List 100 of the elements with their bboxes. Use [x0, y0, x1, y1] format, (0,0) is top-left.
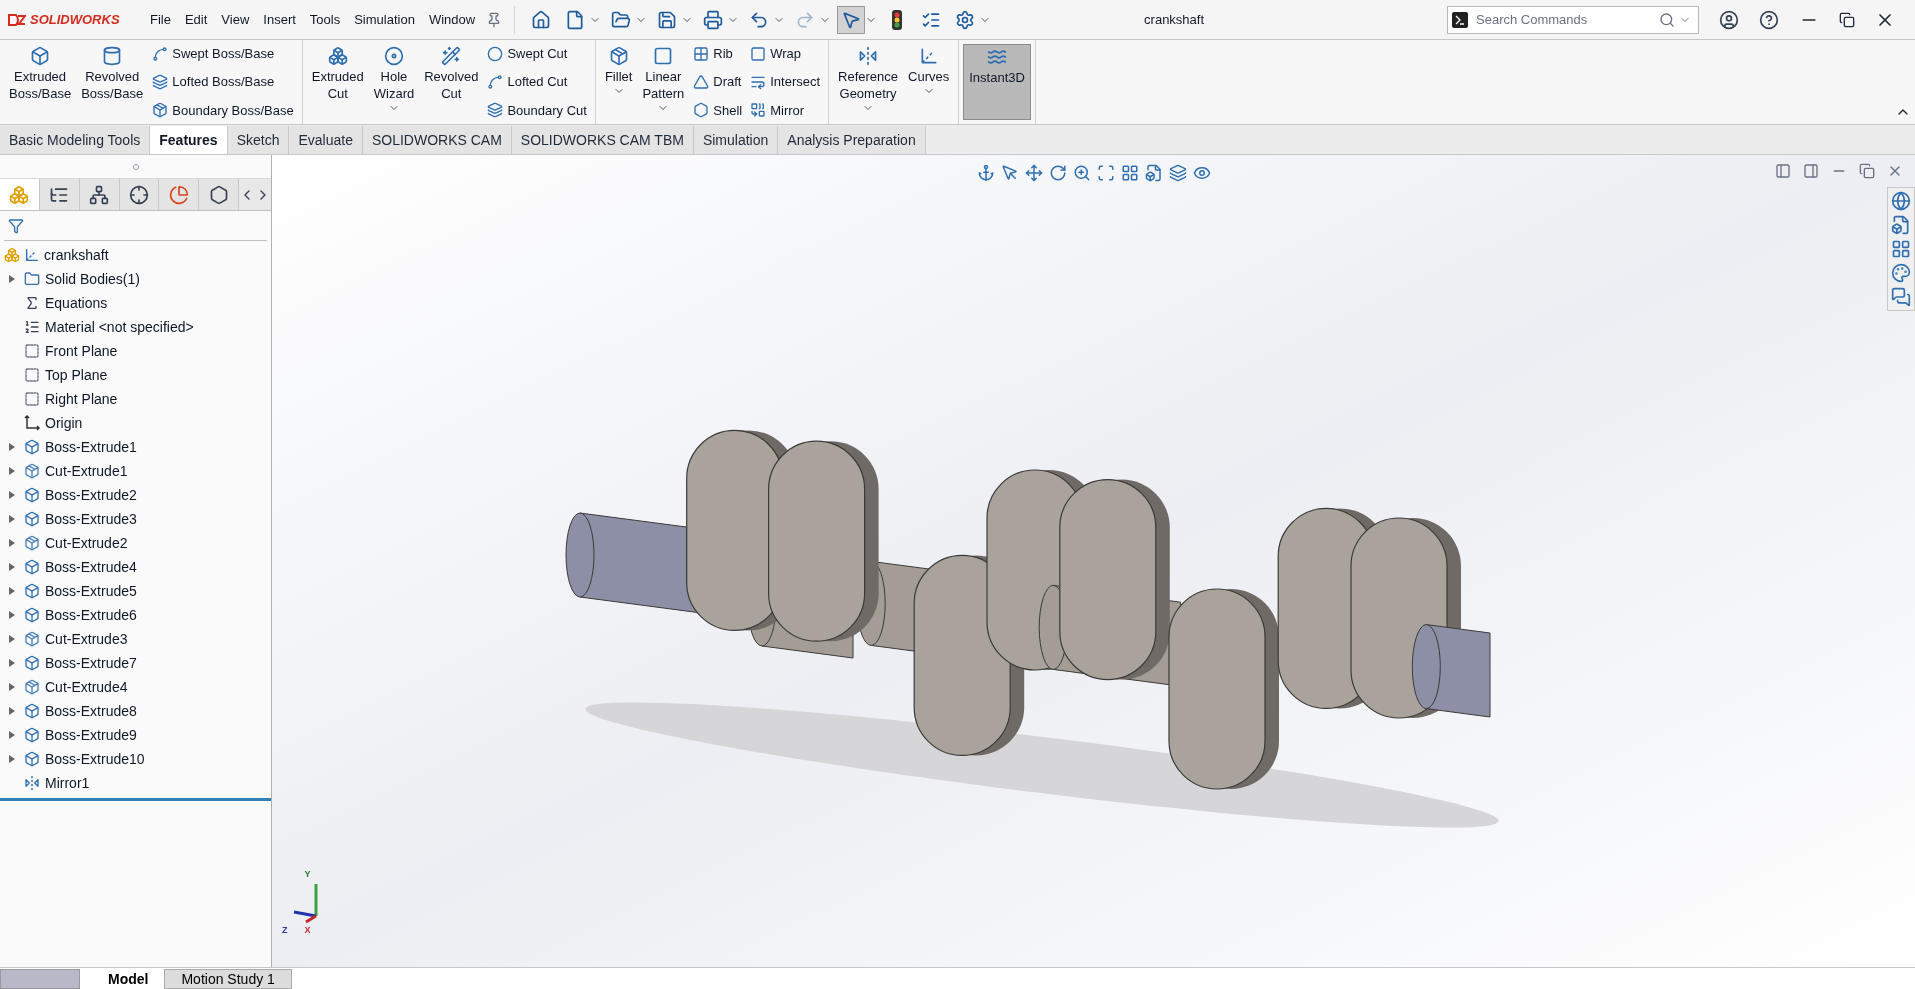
ribbon-button[interactable]: Hole Wizard — [368, 44, 420, 120]
ribbon-button[interactable]: Extruded Cut — [306, 44, 369, 120]
expand-arrow-icon[interactable] — [9, 731, 15, 739]
ribbon-button[interactable]: Boundary Cut — [487, 100, 587, 120]
expand-arrow-icon[interactable] — [9, 755, 15, 763]
tree-item[interactable]: Cut-Extrude2 — [45, 532, 128, 554]
menu-item[interactable]: Edit — [177, 9, 215, 30]
pie-chart-icon[interactable] — [159, 179, 200, 210]
ribbon-button[interactable]: Shell — [693, 100, 743, 120]
ribbon-button[interactable]: Intersect — [750, 72, 821, 92]
tree-item[interactable]: Right Plane — [45, 388, 118, 410]
crosshair-icon[interactable] — [119, 179, 160, 210]
expand-arrow-icon[interactable] — [9, 563, 15, 571]
help-icon[interactable] — [1759, 9, 1779, 30]
expand-arrow-icon[interactable] — [9, 491, 15, 499]
panel-left-icon[interactable] — [1775, 163, 1791, 179]
tree-item[interactable]: Cut-Extrude3 — [45, 628, 128, 650]
filter-icon[interactable] — [8, 217, 24, 234]
tree-item[interactable]: Equations — [45, 292, 108, 314]
ribbon-button[interactable]: Wrap — [750, 44, 821, 64]
ribbon-button[interactable]: Reference Geometry — [833, 44, 904, 120]
tree-item[interactable]: Boss-Extrude9 — [45, 724, 137, 746]
expand-arrow-icon[interactable] — [9, 587, 15, 595]
ribbon-button[interactable]: Draft — [693, 72, 743, 92]
palette-icon[interactable] — [1891, 263, 1911, 283]
tree-item[interactable]: Boss-Extrude7 — [45, 652, 137, 674]
tree-item[interactable]: Boss-Extrude10 — [45, 748, 145, 770]
ribbon-button[interactable]: Instant3D — [963, 44, 1031, 120]
eye-icon[interactable] — [1192, 164, 1211, 182]
tree-item[interactable]: Mirror1 — [45, 772, 90, 794]
ribbon-button[interactable]: Swept Boss/Base — [152, 44, 294, 64]
section-view-icon[interactable] — [1120, 164, 1139, 182]
cube-icon[interactable] — [1144, 164, 1163, 182]
menu-item[interactable]: Tools — [302, 9, 348, 30]
search-icon[interactable] — [1659, 11, 1675, 28]
menu-item[interactable]: File — [143, 9, 178, 30]
tree-item[interactable]: Boss-Extrude1 — [45, 436, 137, 458]
expand-arrow-icon[interactable] — [9, 707, 15, 715]
ribbon-button[interactable]: Lofted Boss/Base — [152, 72, 294, 92]
tree-item[interactable]: Boss-Extrude5 — [45, 580, 137, 602]
tree-item[interactable]: Solid Bodies(1) — [45, 268, 140, 290]
menu-item[interactable]: Window — [421, 9, 483, 30]
tree-item[interactable]: Boss-Extrude3 — [45, 508, 137, 530]
tree-item[interactable]: Boss-Extrude8 — [45, 700, 137, 722]
tree-item[interactable]: Top Plane — [45, 364, 108, 386]
command-tab[interactable]: Evaluate — [289, 126, 363, 154]
menu-item[interactable]: View — [214, 9, 257, 30]
ribbon-button[interactable]: Revolved Boss/Base — [76, 44, 149, 120]
command-tab[interactable]: Sketch — [227, 126, 290, 154]
ribbon-button[interactable]: Rib — [693, 44, 743, 64]
pointer-icon[interactable] — [1000, 164, 1019, 182]
display-icon[interactable] — [199, 179, 240, 210]
zoom-icon[interactable] — [1072, 164, 1091, 182]
tree-root[interactable]: crankshaft — [0, 243, 271, 267]
chat-icon[interactable] — [1891, 287, 1911, 307]
tree-item[interactable]: Material <not specified> — [45, 316, 194, 338]
tree-item[interactable]: Origin — [45, 412, 83, 434]
hierarchy-icon[interactable] — [79, 179, 120, 210]
expand-arrow-icon[interactable] — [9, 635, 15, 643]
expand-arrow-icon[interactable] — [9, 467, 15, 475]
ribbon-button[interactable]: Revolved Cut — [419, 44, 484, 120]
tree-item[interactable]: Boss-Extrude4 — [45, 556, 137, 578]
account-icon[interactable] — [1719, 9, 1739, 30]
tree-item[interactable]: Cut-Extrude1 — [45, 460, 128, 482]
expand-arrow-icon[interactable] — [9, 539, 15, 547]
traffic-light-icon[interactable] — [892, 9, 903, 30]
expand-arrow-icon[interactable] — [9, 515, 15, 523]
tree-item[interactable]: Boss-Extrude6 — [45, 604, 137, 626]
property-list-icon[interactable] — [39, 179, 80, 210]
model-tab[interactable]: Motion Study 1 — [164, 969, 292, 989]
pointer-icon[interactable] — [837, 5, 866, 34]
expand-arrow-icon[interactable] — [9, 683, 15, 691]
tree-item[interactable]: Boss-Extrude2 — [45, 484, 137, 506]
tree-item[interactable]: Cut-Extrude4 — [45, 676, 128, 698]
expand-arrow-icon[interactable] — [9, 611, 15, 619]
rotate-icon[interactable] — [1048, 164, 1067, 182]
move-icon[interactable] — [1024, 164, 1043, 182]
command-tab[interactable]: SOLIDWORKS CAM TBM — [511, 126, 694, 154]
command-tab[interactable]: Features — [150, 126, 228, 154]
command-tab[interactable]: Analysis Preparation — [778, 126, 926, 154]
search-field[interactable]: Search Commands — [1447, 5, 1699, 34]
command-tab[interactable]: Simulation — [693, 126, 779, 154]
expand-arrow-icon[interactable] — [9, 443, 15, 451]
ribbon-button[interactable]: Lofted Cut — [487, 72, 587, 92]
ribbon-button[interactable]: Fillet — [599, 44, 638, 120]
restore-icon[interactable] — [1839, 11, 1855, 28]
tree-item[interactable]: Front Plane — [45, 340, 118, 362]
expand-arrow-icon[interactable] — [9, 275, 15, 283]
display-style-icon[interactable] — [1168, 164, 1187, 182]
command-tab[interactable]: Basic Modeling Tools — [0, 126, 151, 154]
ribbon-button[interactable]: Linear Pattern — [637, 44, 690, 120]
command-tab[interactable]: SOLIDWORKS CAM — [362, 126, 512, 154]
menu-item[interactable]: Insert — [256, 9, 303, 30]
menu-item[interactable]: Simulation — [347, 9, 422, 30]
expand-arrow-icon[interactable] — [9, 659, 15, 667]
layout-icon[interactable] — [1891, 239, 1911, 259]
anchor-icon[interactable] — [976, 164, 995, 182]
ribbon-button[interactable]: Curves — [903, 44, 955, 120]
globe-icon[interactable] — [1891, 191, 1911, 211]
ribbon-button[interactable]: Mirror — [750, 100, 821, 120]
